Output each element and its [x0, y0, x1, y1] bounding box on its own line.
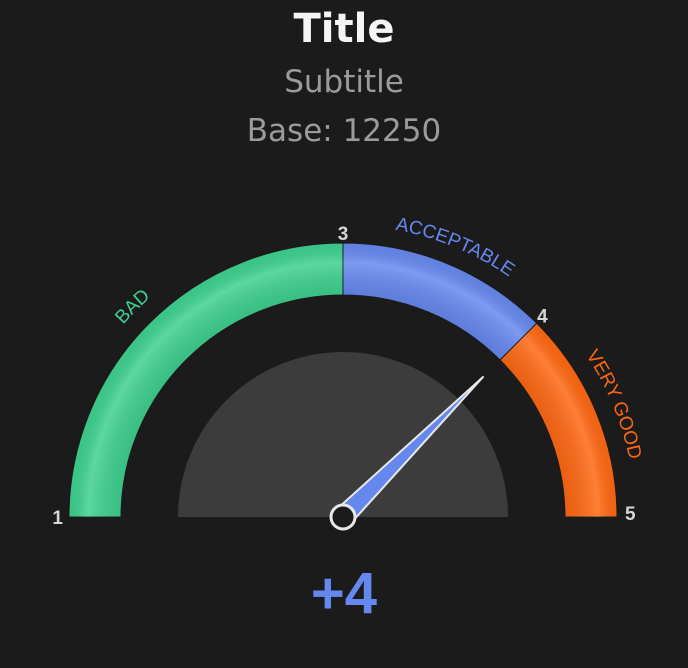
gauge-tick-label: 4	[537, 307, 548, 328]
gauge-needle-hub	[329, 503, 357, 531]
gauge-value: +4	[310, 561, 378, 626]
gauge-band-label: BAD	[111, 285, 154, 328]
gauge-tick-label: 3	[338, 224, 349, 245]
gauge-tick-label: 5	[625, 504, 636, 525]
gauge-inner-fill	[178, 352, 508, 517]
gauge-tick-label: 1	[52, 508, 63, 529]
